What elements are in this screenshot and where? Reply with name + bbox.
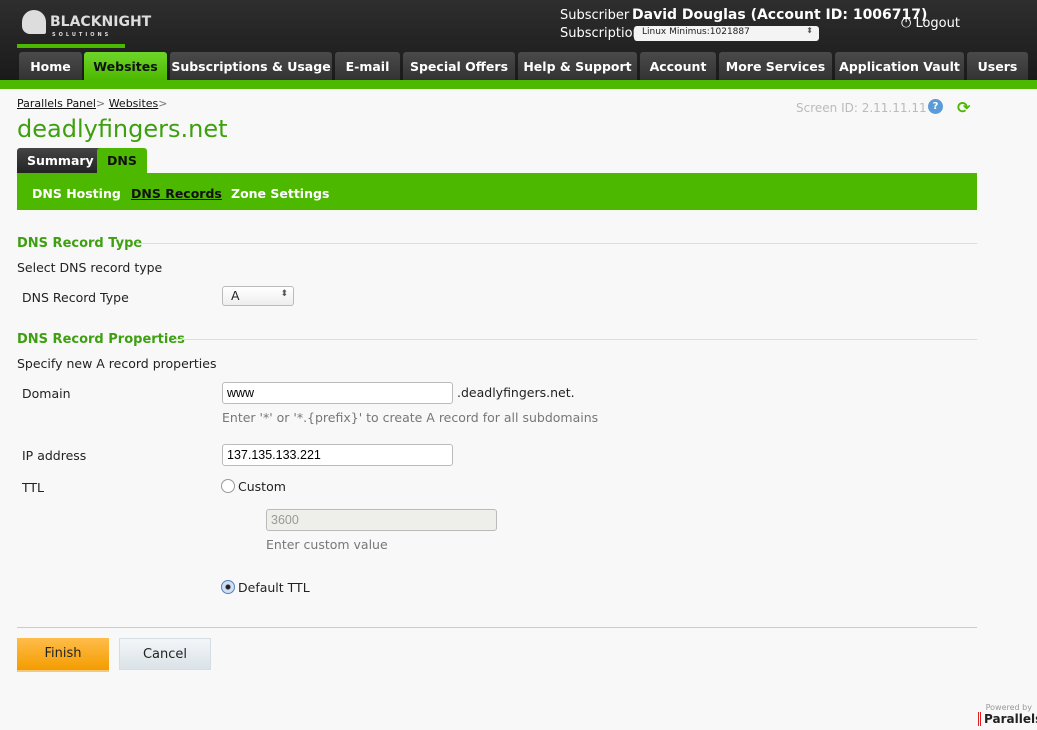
record-type-label: DNS Record Type (22, 290, 129, 305)
powered-by-parallels[interactable]: Powered by Parallels (978, 703, 1037, 726)
nav-email[interactable]: E-mail (335, 52, 400, 80)
header: BLACKNIGHT SOLUTIONS Subscriber David Doug… (0, 0, 1037, 80)
nav-home[interactable]: Home (19, 52, 82, 80)
domain-label: Domain (22, 386, 71, 401)
divider (174, 339, 977, 340)
powered-by-text: Powered by (985, 703, 1032, 712)
ttl-label: TTL (22, 480, 45, 495)
nav-help-support[interactable]: Help & Support (518, 52, 637, 80)
domain-hint: Enter '*' or '*.{prefix}' to create A re… (222, 410, 599, 425)
ttl-custom-hint: Enter custom value (266, 537, 388, 552)
ttl-custom-radio[interactable] (221, 479, 235, 493)
divider (136, 243, 977, 244)
subnav-dns-hosting[interactable]: DNS Hosting (32, 186, 121, 201)
subnav-zone-settings[interactable]: Zone Settings (231, 186, 329, 201)
subnav-dns-records[interactable]: DNS Records (131, 186, 222, 201)
record-type-select[interactable]: A ⬍ (222, 286, 294, 306)
breadcrumb: Parallels Panel> Websites> (17, 97, 168, 110)
breadcrumb-websites[interactable]: Websites (109, 97, 159, 110)
domain-suffix: .deadlyfingers.net. (457, 385, 575, 400)
cancel-button[interactable]: Cancel (119, 638, 211, 670)
tab-summary[interactable]: Summary (17, 148, 104, 174)
section-title-record-properties: DNS Record Properties (17, 332, 185, 347)
updown-icon: ⬍ (280, 289, 288, 299)
ip-label: IP address (22, 448, 87, 463)
logo-sub: SOLUTIONS (52, 32, 112, 38)
nav-account[interactable]: Account (640, 52, 716, 80)
nav-special-offers[interactable]: Special Offers (403, 52, 515, 80)
logout-button[interactable]: ⏻ Logout (901, 16, 960, 31)
screen-id: Screen ID: 2.11.11.11 (796, 101, 927, 115)
knight-icon (22, 10, 46, 34)
tab-dns[interactable]: DNS (97, 148, 147, 174)
ttl-custom-input[interactable] (266, 509, 497, 531)
nav-application-vault[interactable]: Application Vault (835, 52, 964, 80)
parallels-logo: Parallels (978, 712, 1037, 726)
subscription-label: Subscription (560, 26, 641, 41)
record-type-desc: Select DNS record type (17, 260, 163, 275)
divider (17, 627, 977, 628)
domain-input[interactable] (222, 382, 453, 404)
power-icon: ⏻ (901, 16, 912, 31)
ttl-default-radio[interactable] (221, 580, 235, 594)
nav-more-services[interactable]: More Services (719, 52, 832, 80)
record-type-value: A (231, 288, 240, 303)
finish-button[interactable]: Finish (17, 638, 109, 670)
nav-users[interactable]: Users (967, 52, 1028, 80)
ip-address-input[interactable] (222, 444, 453, 466)
breadcrumb-parallels-panel[interactable]: Parallels Panel (17, 97, 96, 110)
dns-subnav: DNS Hosting DNS Records Zone Settings (17, 173, 977, 210)
section-title-record-type: DNS Record Type (17, 236, 143, 251)
nav-underbar (0, 80, 1037, 89)
logo-text: BLACKNIGHT (50, 14, 152, 30)
subscription-value: Linux Minimus:1021887 (642, 27, 750, 37)
help-icon[interactable]: ? (928, 99, 943, 114)
refresh-icon[interactable]: ⟳ (957, 98, 970, 117)
nav-subscriptions[interactable]: Subscriptions & Usage (170, 52, 332, 80)
logout-label: Logout (915, 16, 960, 31)
subscriber-value: David Douglas (Account ID: 1006717) (632, 7, 928, 23)
ttl-custom-label: Custom (238, 479, 286, 494)
updown-icon: ⬍ (806, 26, 813, 35)
subscription-select[interactable]: Linux Minimus:1021887 ⬍ (634, 26, 819, 41)
blacknight-logo[interactable]: BLACKNIGHT SOLUTIONS (22, 10, 151, 38)
record-properties-desc: Specify new A record properties (17, 356, 217, 371)
subscriber-label: Subscriber (560, 8, 630, 23)
nav-websites[interactable]: Websites (84, 52, 167, 80)
ttl-default-label: Default TTL (238, 580, 310, 595)
page-title: deadlyfingers.net (17, 115, 228, 143)
logo-underline (17, 44, 125, 48)
